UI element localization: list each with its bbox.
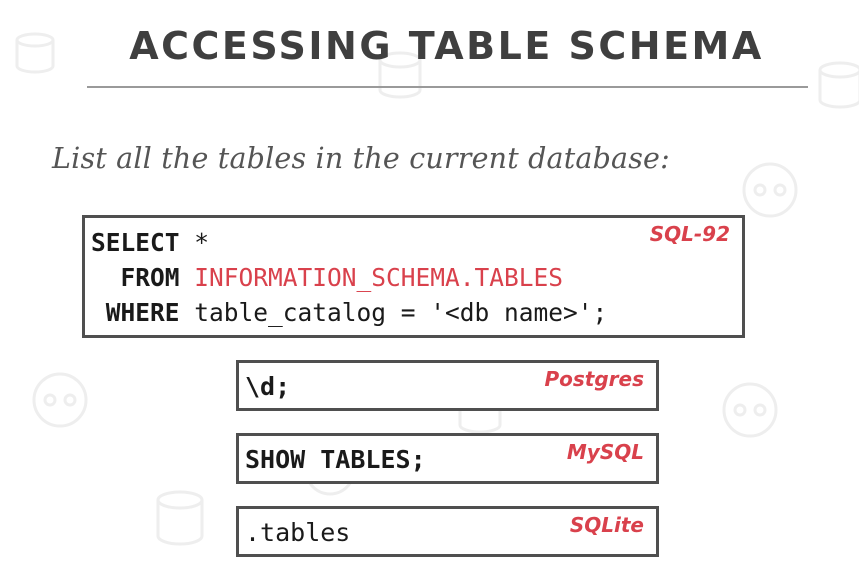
dialect-label-mysql: MySQL <box>566 440 644 464</box>
mysql-command: SHOW TABLES; <box>245 445 426 474</box>
database-icon <box>818 61 859 109</box>
code-line-where: WHERE table_catalog = '<db name>'; <box>91 298 608 328</box>
from-table: INFORMATION_SCHEMA.TABLES <box>194 263 564 292</box>
mysql-code-box: MySQL SHOW TABLES; <box>236 433 659 484</box>
where-condition: table_catalog = '<db name>'; <box>194 298 608 327</box>
sqlite-code-box: SQLite .tables <box>236 506 659 557</box>
dialect-label-sqlite: SQLite <box>569 513 644 537</box>
select-columns: * <box>179 228 210 257</box>
sqlite-command: .tables <box>245 518 351 547</box>
slide-subtitle: List all the tables in the current datab… <box>52 142 670 175</box>
slide-title: ACCESSING TABLE SCHEMA <box>129 24 764 68</box>
skull-icon <box>722 382 778 438</box>
dialect-label-postgres: Postgres <box>544 367 644 391</box>
keyword-where: WHERE <box>105 298 180 327</box>
title-divider <box>87 86 808 88</box>
postgres-command: \d; <box>245 372 291 401</box>
keyword-select: SELECT <box>91 228 180 257</box>
postgres-code-box: Postgres \d; <box>236 360 659 411</box>
sql92-code-box: SQL-92 SELECT * FROM INFORMATION_SCHEMA.… <box>82 215 745 338</box>
code-line-select: SELECT * <box>91 228 209 258</box>
skull-icon <box>742 162 798 218</box>
dialect-label-sql92: SQL-92 <box>649 222 730 246</box>
database-icon <box>156 490 204 546</box>
code-line-from: FROM INFORMATION_SCHEMA.TABLES <box>91 263 564 293</box>
skull-icon <box>32 372 88 428</box>
keyword-from: FROM <box>120 263 180 292</box>
